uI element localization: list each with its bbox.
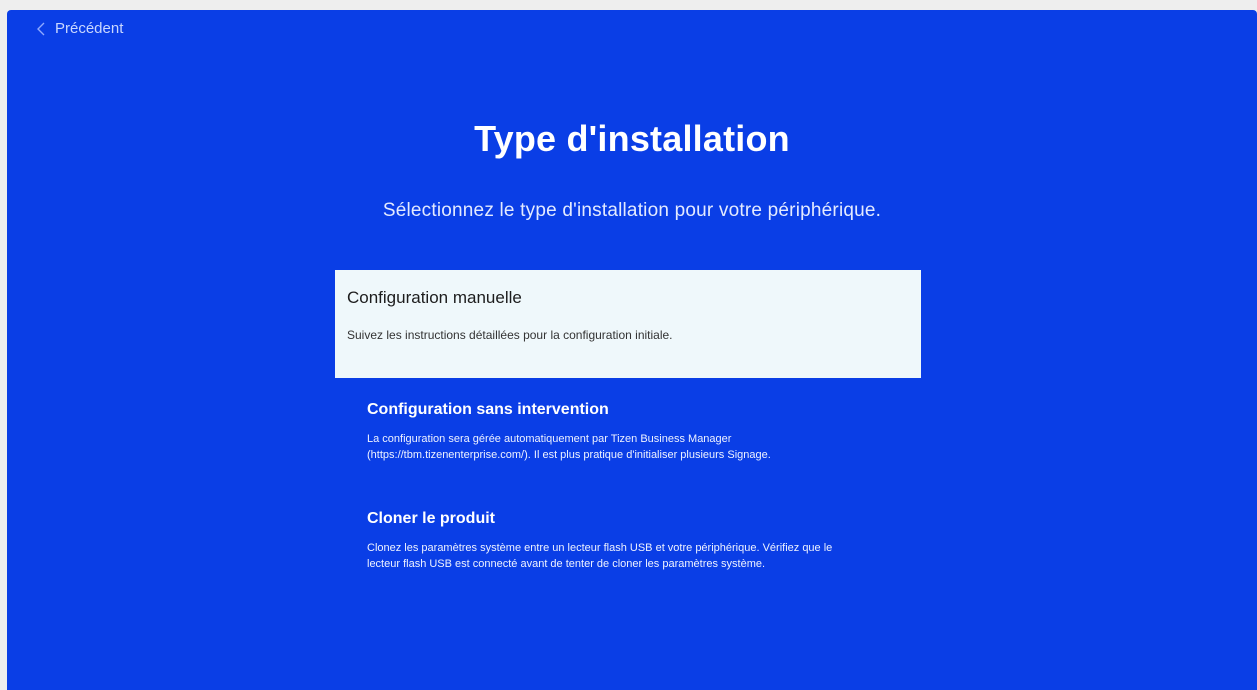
option-description: La configuration sera gérée automatiquem… [367,433,771,461]
option-configuration-sans-intervention[interactable]: Configuration sans intervention La confi… [335,401,921,463]
option-cloner-le-produit[interactable]: Cloner le produit Clonez les paramètres … [335,510,921,572]
option-title: Configuration sans intervention [367,401,609,418]
option-description: Suivez les instructions détaillées pour … [347,328,673,342]
option-description: Clonez les paramètres système entre un l… [367,542,833,570]
option-title: Configuration manuelle [347,288,522,307]
chevron-left-icon [37,22,45,36]
back-label: Précédent [55,20,124,37]
setup-screen: Précédent Type d'installation Sélectionn… [7,10,1257,690]
back-button[interactable]: Précédent [37,20,123,37]
option-title: Cloner le produit [367,510,495,527]
page-subtitle: Sélectionnez le type d'installation pour… [382,200,882,221]
page-title: Type d'installation [474,118,790,159]
option-configuration-manuelle[interactable]: Configuration manuelle Suivez les instru… [335,270,921,378]
